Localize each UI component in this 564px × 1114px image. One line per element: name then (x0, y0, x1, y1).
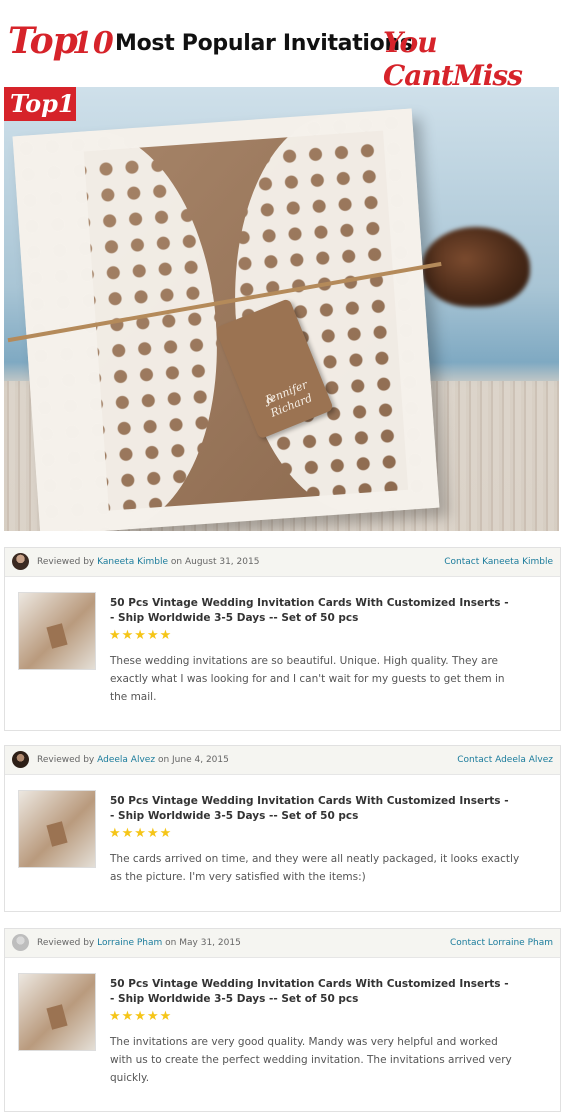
review-header: Reviewed by Lorraine Pham on May 31, 201… (5, 929, 560, 958)
reviewer-link[interactable]: Adeela Alvez (97, 755, 155, 765)
product-thumbnail[interactable] (18, 973, 96, 1051)
contact-reviewer-link[interactable]: Contact Adeela Alvez (457, 755, 553, 765)
top1-badge-label: Top1 (10, 89, 75, 118)
on-label: on (157, 755, 170, 765)
star-rating: ★★★★★ (109, 826, 173, 841)
pinecone (422, 227, 530, 307)
avatar[interactable] (12, 751, 29, 768)
avatar[interactable] (12, 553, 29, 570)
reviewer-link[interactable]: Lorraine Pham (97, 938, 162, 948)
review-text: The cards arrived on time, and they were… (110, 853, 520, 883)
review-date: May 31, 2015 (179, 938, 241, 948)
review-meta: Reviewed by Adeela Alvez on June 4, 2015 (37, 755, 229, 765)
reviewed-by-label: Reviewed by (37, 938, 95, 948)
reviewed-by-label: Reviewed by (37, 557, 95, 567)
star-rating: ★★★★★ (109, 628, 173, 643)
review-meta: Reviewed by Kaneeta Kimble on August 31,… (37, 557, 259, 567)
product-thumbnail[interactable] (18, 592, 96, 670)
header-top-word: Top (8, 20, 78, 62)
product-thumbnail[interactable] (18, 790, 96, 868)
contact-reviewer-link[interactable]: Contact Kaneeta Kimble (444, 557, 553, 567)
reviewer-link[interactable]: Kaneeta Kimble (97, 557, 168, 567)
review-text: The invitations are very good quality. M… (110, 1036, 512, 1084)
header-you-cant-miss: You CantMiss (383, 26, 523, 92)
review-card: Reviewed by Kaneeta Kimble on August 31,… (4, 547, 561, 731)
page-header: Top 10 Most Popular Invitations You Cant… (0, 0, 564, 92)
review-header: Reviewed by Adeela Alvez on June 4, 2015… (5, 746, 560, 775)
review-date: August 31, 2015 (184, 557, 260, 567)
product-title[interactable]: 50 Pcs Vintage Wedding Invitation Cards … (110, 977, 510, 1007)
star-rating: ★★★★★ (109, 1009, 173, 1024)
review-date: June 4, 2015 (172, 755, 229, 765)
avatar[interactable] (12, 934, 29, 951)
review-card: Reviewed by Lorraine Pham on May 31, 201… (4, 928, 561, 1112)
top1-badge: Top1 (4, 87, 76, 121)
header-ten: 10 (72, 26, 114, 61)
review-meta: Reviewed by Lorraine Pham on May 31, 201… (37, 938, 241, 948)
product-title[interactable]: 50 Pcs Vintage Wedding Invitation Cards … (110, 794, 510, 824)
header-title: Most Popular Invitations (115, 31, 413, 56)
on-label: on (165, 938, 177, 948)
hero-image: Jennifer & Richard Top1 (4, 87, 559, 531)
product-title[interactable]: 50 Pcs Vintage Wedding Invitation Cards … (110, 596, 510, 626)
review-header: Reviewed by Kaneeta Kimble on August 31,… (5, 548, 560, 577)
on-label: on (170, 557, 183, 567)
reviewed-by-label: Reviewed by (37, 755, 95, 765)
review-text: These wedding invitations are so beautif… (110, 655, 505, 703)
contact-reviewer-link[interactable]: Contact Lorraine Pham (450, 938, 553, 948)
tag-line2: & Richard (263, 391, 315, 420)
invitation-card: Jennifer & Richard (7, 108, 442, 531)
review-card: Reviewed by Adeela Alvez on June 4, 2015… (4, 745, 561, 912)
